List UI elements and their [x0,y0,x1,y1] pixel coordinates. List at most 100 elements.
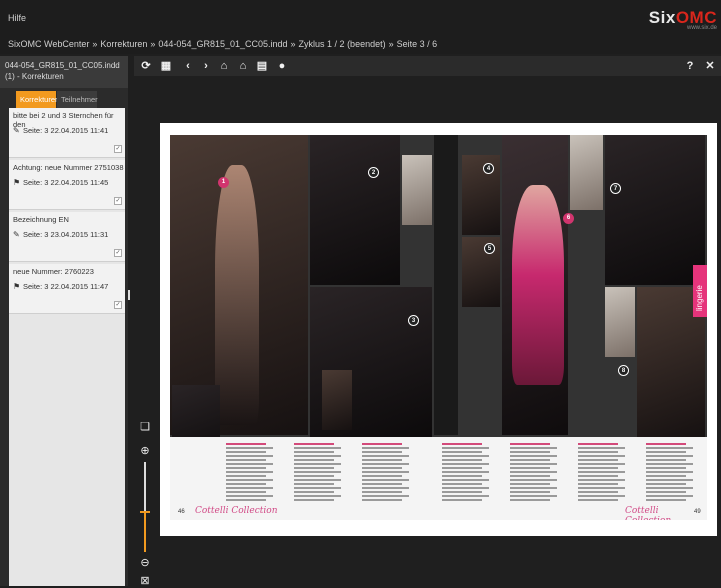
model-figure [215,165,259,425]
comment-date: Seite: 3 22.04.2015 11:41 [23,126,109,135]
text-line [442,471,489,473]
text-line [294,459,334,461]
text-line [226,487,273,489]
breadcrumb: SixOMC WebCenter» Korrekturen» 044-054_GR8… [0,34,721,54]
comment-meta: ⚑ Seite: 3 22.04.2015 11:47 [13,282,108,291]
comment-item[interactable]: Achtung: neue Nummer 2751038 ⚑ Seite: 3 22… [9,160,125,210]
text-line [442,483,482,485]
drop-icon[interactable]: ● [274,58,290,74]
tab-teilnehmer[interactable]: Teilnehmer [57,91,98,108]
flag-icon: ⚑ [13,282,21,291]
text-line [510,483,550,485]
item-badge: 2 [368,167,379,178]
help-icon[interactable]: ? [682,58,698,74]
text-line [294,447,341,449]
text-line [646,495,693,497]
photo-right-small-1 [462,155,500,235]
item-badge: 1 [218,177,229,188]
breadcrumb-separator: » [150,39,156,49]
text-line [294,487,341,489]
tab-korrekturen[interactable]: Korrekturen [16,91,59,108]
text-line [510,451,550,453]
text-line [442,455,489,457]
text-line [362,451,402,453]
photo-left-top-mid [310,135,400,285]
text-line [578,447,625,449]
text-line [510,455,557,457]
text-line [226,467,266,469]
comment-done-checkbox[interactable]: ✓ [114,197,122,205]
page-view-icon[interactable]: ❏ [138,420,152,434]
text-line [578,499,618,501]
comment-text: Bezeichnung EN [13,215,69,224]
text-line [578,467,618,469]
comment-item[interactable]: bitte bei 2 und 3 Sternchen für den ✎ Seit… [9,108,125,158]
grid-icon[interactable]: ▦ [158,58,174,74]
breadcrumb-separator: » [388,39,394,49]
zoom-controls: ❏ ⊕ ⊖ ⊠ [134,418,156,587]
text-line [442,491,482,493]
page-number-right: 49 [694,509,701,515]
item-badge: 8 [618,365,629,376]
page-viewer[interactable]: ❏ ⊕ ⊖ ⊠ lingerie 1 2 3 4 5 6 7 8 Cottell… [134,78,721,587]
catalog-spread: lingerie 1 2 3 4 5 6 7 8 Cottelli Collec… [170,135,707,520]
breadcrumb-item[interactable]: 044-054_GR815_01_CC05.indd [158,39,287,49]
text-line [362,459,402,461]
text-line [646,479,693,481]
text-line [510,459,550,461]
breadcrumb-item[interactable]: Korrekturen [100,39,147,49]
text-line [294,499,334,501]
document-icon[interactable]: ▤ [254,58,270,74]
text-line [646,451,686,453]
text-line [578,451,618,453]
viewer-toolbar: ? ✕ ⟳ ▦ ‹ › ⌂ ⌂ ▤ ● [134,56,721,76]
comment-done-checkbox[interactable]: ✓ [114,301,122,309]
text-line [362,491,402,493]
text-line [362,455,409,457]
text-line [294,451,334,453]
text-line [294,475,334,477]
close-icon[interactable]: ✕ [702,58,718,74]
zoom-slider-handle[interactable] [140,510,150,513]
comment-item[interactable]: Bezeichnung EN ✎ Seite: 3 23.04.2015 11:31… [9,212,125,262]
comment-meta: ⚑ Seite: 3 22.04.2015 11:45 [13,178,108,187]
text-line [226,483,266,485]
next-page-icon[interactable]: › [198,58,214,74]
text-line [294,443,334,445]
text-line [578,459,618,461]
breadcrumb-item[interactable]: SixOMC WebCenter [8,39,89,49]
stamp-approve-icon[interactable]: ⌂ [216,58,232,74]
pen-icon: ✎ [13,230,20,239]
text-line [294,495,341,497]
comment-item[interactable]: neue Nummer: 2760223 ⚑ Seite: 3 22.04.2015… [9,264,125,314]
text-line [362,483,402,485]
stamp-reject-icon[interactable]: ⌂ [235,58,251,74]
text-line [442,499,482,501]
comment-list: bitte bei 2 und 3 Sternchen für den ✎ Seit… [9,108,125,586]
text-line [226,479,273,481]
prev-page-icon[interactable]: ‹ [180,58,196,74]
text-line [510,495,557,497]
text-line [510,499,550,501]
text-line [442,459,482,461]
model-figure-pink [512,185,564,385]
sidebar-resize-handle[interactable] [128,290,130,300]
text-line [646,463,693,465]
item-badge: 7 [610,183,621,194]
refresh-icon[interactable]: ⟳ [138,58,154,74]
page-gutter [434,135,458,435]
comment-text: Achtung: neue Nummer 2751038 [13,163,124,172]
text-line [646,483,686,485]
brand-logo-left: Cottelli Collection [195,506,278,516]
item-badge: 4 [483,163,494,174]
text-line [510,487,557,489]
comment-done-checkbox[interactable]: ✓ [114,249,122,257]
help-link[interactable]: Hilfe [8,13,26,23]
text-line [578,487,625,489]
comment-date: Seite: 3 22.04.2015 11:45 [23,178,109,187]
zoom-in-icon[interactable]: ⊕ [138,444,152,458]
breadcrumb-item[interactable]: Zyklus 1 / 2 (beendet) [299,39,386,49]
zoom-out-icon[interactable]: ⊖ [138,556,152,570]
comment-done-checkbox[interactable]: ✓ [114,145,122,153]
text-line [442,463,489,465]
